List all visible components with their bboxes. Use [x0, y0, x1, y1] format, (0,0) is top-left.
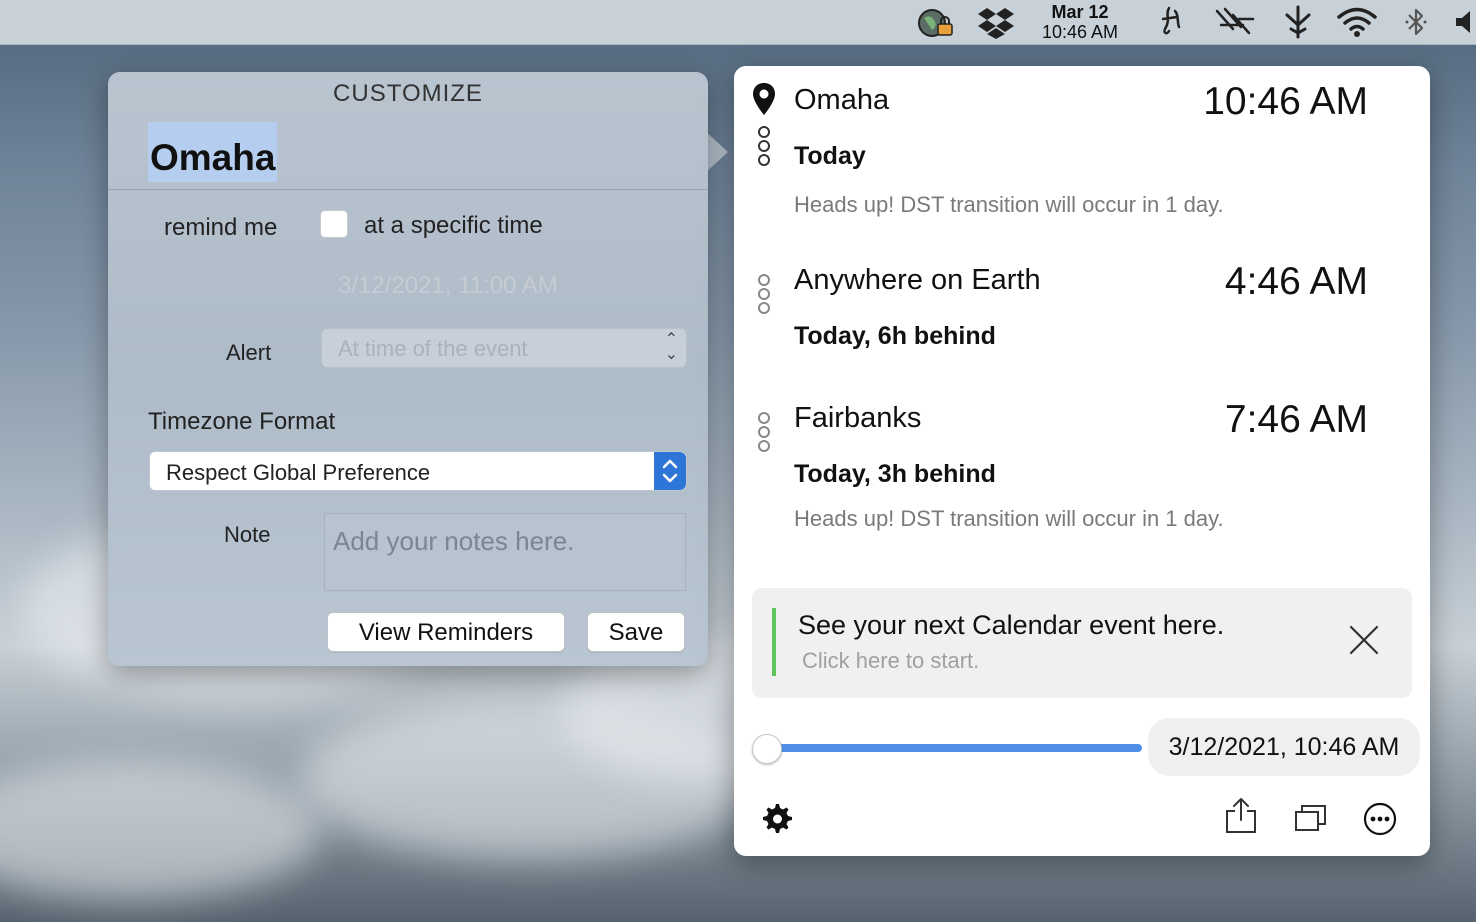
remind-me-label: remind me [164, 214, 278, 241]
sketch-icon[interactable] [1278, 0, 1318, 44]
more-icon[interactable] [1363, 802, 1397, 841]
city-name-field[interactable]: Omaha [148, 122, 278, 182]
alert-label: Alert [226, 340, 272, 365]
location-row[interactable]: Omaha 10:46 AM Today Heads up! DST trans… [734, 66, 1430, 236]
divider [108, 189, 708, 190]
bluetooth-icon[interactable] [1398, 0, 1434, 44]
location-note: Heads up! DST transition will occur in 1… [794, 192, 1224, 217]
location-row[interactable]: Anywhere on Earth 4:46 AM Today, 6h behi… [734, 246, 1430, 366]
background-cloud [0, 760, 320, 900]
wifi-icon[interactable] [1332, 0, 1382, 44]
location-time: 10:46 AM [1203, 80, 1368, 123]
clock-panel: Omaha 10:46 AM Today Heads up! DST trans… [734, 66, 1430, 856]
alert-select: At time of the event ⌃ ⌄ [321, 328, 687, 368]
customize-title: CUSTOMIZE [333, 80, 483, 107]
timezone-format-select[interactable]: Respect Global Preference [149, 451, 687, 491]
clock-date: Mar 12 [1051, 2, 1109, 22]
drag-handle-icon[interactable] [758, 274, 770, 316]
datetime-pill[interactable]: 3/12/2021, 10:46 AM [1148, 718, 1420, 776]
menu-bar-clock[interactable]: Mar 12 10:46 AM [1030, 2, 1130, 42]
time-slider-knob[interactable] [752, 734, 782, 764]
location-day: Today [794, 142, 866, 170]
remind-option-label[interactable]: at a specific time [364, 212, 543, 240]
time-slider-track[interactable] [766, 744, 1142, 752]
location-time: 7:46 AM [1224, 398, 1368, 441]
calendar-event-card[interactable]: See your next Calendar event here. Click… [752, 588, 1412, 698]
calendar-card-title: See your next Calendar event here. [798, 610, 1225, 640]
up-down-chevron-icon: ⌃ ⌄ [664, 331, 678, 363]
location-time: 4:46 AM [1224, 260, 1368, 303]
timezone-format-value: Respect Global Preference [166, 460, 431, 485]
windows-icon[interactable] [1294, 804, 1328, 837]
typeface-icon[interactable] [1148, 0, 1192, 44]
volume-icon[interactable] [1452, 0, 1476, 44]
gear-icon[interactable] [760, 802, 792, 839]
menu-bar: Mar 12 10:46 AM [0, 0, 1476, 45]
location-pin-icon [752, 82, 776, 121]
alert-select-value: At time of the event [338, 336, 528, 361]
location-name: Omaha [794, 84, 890, 116]
close-icon[interactable] [1348, 624, 1380, 661]
reminder-datetime-field: 3/12/2021, 11:00 AM [338, 272, 558, 299]
location-day: Today, 6h behind [794, 322, 996, 350]
timezone-format-label: Timezone Format [148, 408, 336, 435]
drag-handle-icon[interactable] [758, 126, 770, 168]
calendar-card-subtitle[interactable]: Click here to start. [802, 648, 979, 674]
location-day: Today, 3h behind [794, 460, 996, 488]
dropbox-icon[interactable] [974, 0, 1018, 44]
antenna-icon[interactable] [1210, 0, 1260, 44]
note-placeholder: Add your notes here. [333, 526, 575, 556]
drag-handle-icon[interactable] [758, 412, 770, 454]
clock-time: 10:46 AM [1041, 22, 1119, 42]
location-row[interactable]: Fairbanks 7:46 AM Today, 3h behind Heads… [734, 384, 1430, 544]
location-name: Anywhere on Earth [794, 264, 1041, 296]
note-label: Note [224, 522, 271, 547]
note-textarea[interactable]: Add your notes here. [324, 513, 686, 591]
customize-popover: CUSTOMIZE Omaha remind me at a specific … [108, 72, 708, 666]
up-down-chevron-icon [654, 452, 686, 490]
remind-checkbox[interactable] [320, 210, 348, 238]
calendar-accent-bar [772, 608, 776, 676]
share-icon[interactable] [1224, 796, 1258, 839]
location-name: Fairbanks [794, 402, 922, 434]
save-button[interactable]: Save [587, 612, 685, 652]
location-note: Heads up! DST transition will occur in 1… [794, 506, 1224, 531]
vpn-globe-lock-icon[interactable] [914, 0, 958, 44]
view-reminders-button[interactable]: View Reminders [327, 612, 565, 652]
